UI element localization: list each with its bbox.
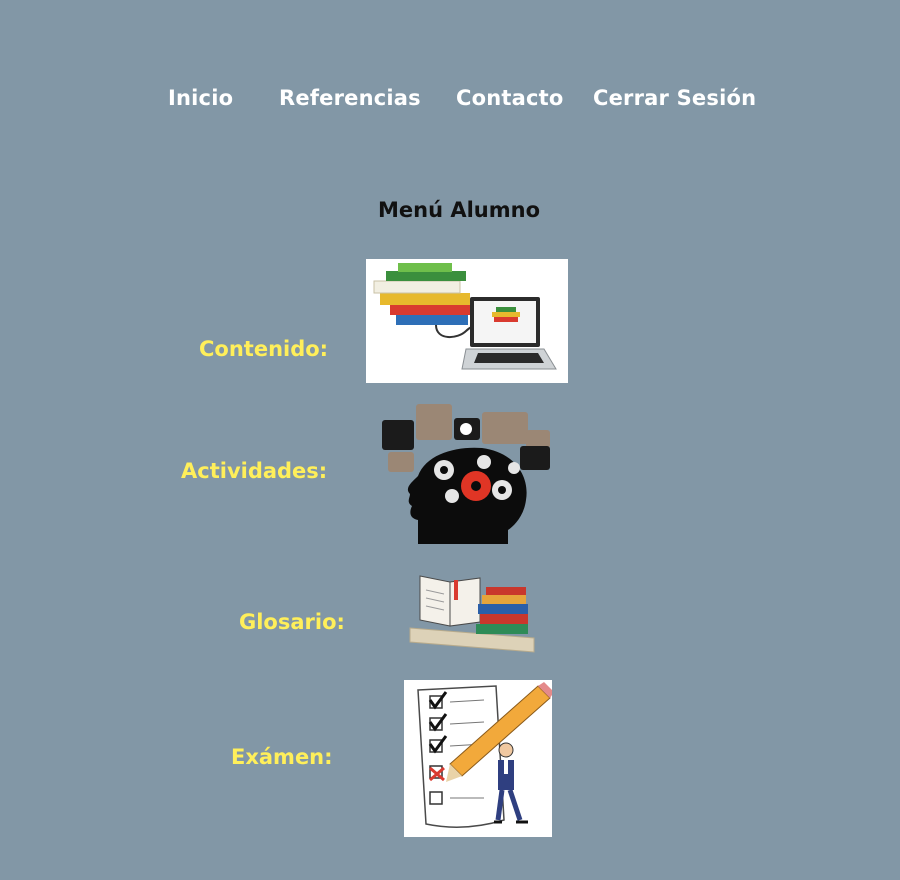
nav-link-cerrar-sesion[interactable]: Cerrar Sesión — [593, 86, 756, 110]
nav-link-inicio[interactable]: Inicio — [168, 86, 233, 110]
nav-link-referencias[interactable]: Referencias — [279, 86, 421, 110]
book-shelf-icon[interactable] — [406, 568, 540, 656]
nav-link-contacto[interactable]: Contacto — [456, 86, 564, 110]
menu-label-contenido[interactable]: Contenido: — [199, 337, 328, 361]
menu-label-actividades[interactable]: Actividades: — [181, 459, 327, 483]
page-title: Menú Alumno — [377, 198, 540, 222]
head-gears-icon[interactable] — [378, 402, 554, 548]
menu-label-glosario[interactable]: Glosario: — [239, 610, 345, 634]
checklist-pencil-icon[interactable] — [404, 680, 552, 837]
top-nav: Inicio Referencias Contacto Cerrar Sesió… — [0, 86, 900, 120]
menu-label-examen[interactable]: Exámen: — [231, 745, 333, 769]
books-laptop-icon[interactable] — [366, 259, 568, 383]
